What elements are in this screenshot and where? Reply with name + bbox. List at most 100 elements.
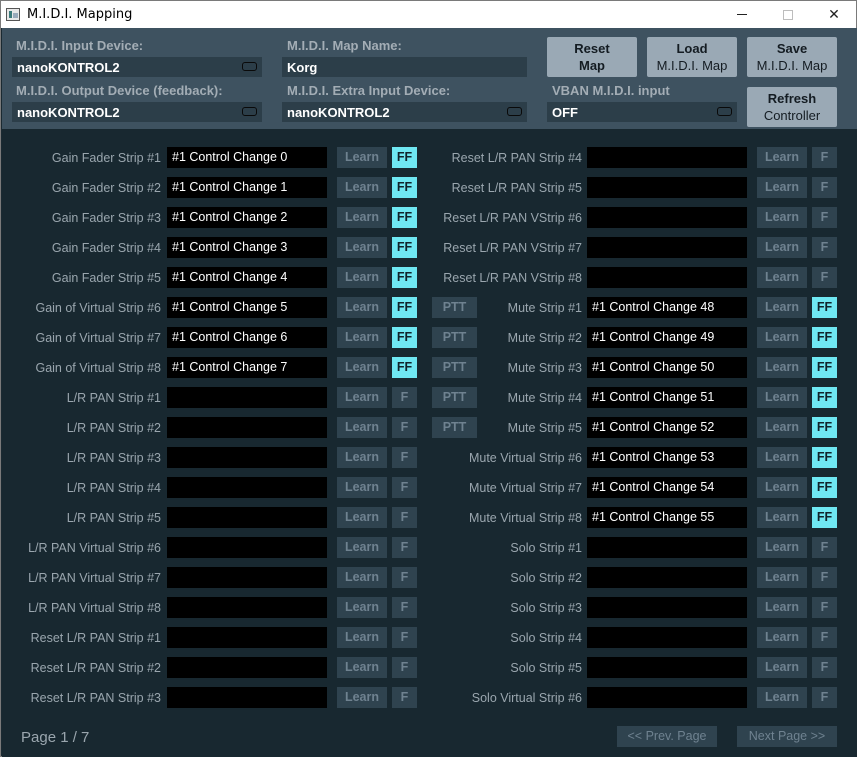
feedback-button[interactable]: F xyxy=(392,687,417,708)
learn-button[interactable]: Learn xyxy=(337,687,387,708)
learn-button[interactable]: Learn xyxy=(757,627,807,648)
learn-button[interactable]: Learn xyxy=(337,417,387,438)
map-name-field[interactable]: Korg xyxy=(282,57,527,77)
feedback-button[interactable]: FF xyxy=(812,327,837,348)
feedback-button[interactable]: F xyxy=(812,597,837,618)
mapping-field[interactable] xyxy=(167,657,327,678)
learn-button[interactable]: Learn xyxy=(337,207,387,228)
mapping-field[interactable]: #1 Control Change 7 xyxy=(167,357,327,378)
save-midi-map-button[interactable]: Save M.I.D.I. Map xyxy=(747,37,837,77)
reset-map-button[interactable]: Reset Map xyxy=(547,37,637,77)
prev-page-button[interactable]: << Prev. Page xyxy=(617,726,717,747)
mapping-field[interactable] xyxy=(167,387,327,408)
feedback-button[interactable]: F xyxy=(812,267,837,288)
feedback-button[interactable]: FF xyxy=(392,267,417,288)
learn-button[interactable]: Learn xyxy=(757,687,807,708)
feedback-button[interactable]: F xyxy=(812,537,837,558)
feedback-button[interactable]: F xyxy=(812,687,837,708)
learn-button[interactable]: Learn xyxy=(757,297,807,318)
vban-input-select[interactable]: OFF xyxy=(547,102,737,122)
mapping-field[interactable] xyxy=(587,147,747,168)
learn-button[interactable]: Learn xyxy=(337,297,387,318)
mapping-field[interactable] xyxy=(587,267,747,288)
mapping-field[interactable]: #1 Control Change 6 xyxy=(167,327,327,348)
learn-button[interactable]: Learn xyxy=(757,357,807,378)
refresh-controller-button[interactable]: Refresh Controller xyxy=(747,87,837,127)
feedback-button[interactable]: FF xyxy=(392,177,417,198)
learn-button[interactable]: Learn xyxy=(337,537,387,558)
feedback-button[interactable]: FF xyxy=(812,357,837,378)
close-button[interactable]: ✕ xyxy=(811,1,857,28)
feedback-button[interactable]: FF xyxy=(812,417,837,438)
feedback-button[interactable]: F xyxy=(812,207,837,228)
feedback-button[interactable]: F xyxy=(392,507,417,528)
learn-button[interactable]: Learn xyxy=(337,237,387,258)
learn-button[interactable]: Learn xyxy=(337,657,387,678)
mapping-field[interactable]: #1 Control Change 54 xyxy=(587,477,747,498)
feedback-button[interactable]: FF xyxy=(392,297,417,318)
next-page-button[interactable]: Next Page >> xyxy=(737,726,837,747)
learn-button[interactable]: Learn xyxy=(757,477,807,498)
learn-button[interactable]: Learn xyxy=(337,177,387,198)
feedback-button[interactable]: F xyxy=(392,477,417,498)
mapping-field[interactable] xyxy=(167,687,327,708)
mapping-field[interactable] xyxy=(167,507,327,528)
feedback-button[interactable]: FF xyxy=(812,387,837,408)
mapping-field[interactable] xyxy=(167,627,327,648)
learn-button[interactable]: Learn xyxy=(757,657,807,678)
learn-button[interactable]: Learn xyxy=(757,537,807,558)
output-device-select[interactable]: nanoKONTROL2 xyxy=(12,102,262,122)
mapping-field[interactable]: #1 Control Change 50 xyxy=(587,357,747,378)
learn-button[interactable]: Learn xyxy=(337,267,387,288)
feedback-button[interactable]: FF xyxy=(392,357,417,378)
mapping-field[interactable]: #1 Control Change 49 xyxy=(587,327,747,348)
feedback-button[interactable]: FF xyxy=(392,147,417,168)
learn-button[interactable]: Learn xyxy=(337,627,387,648)
mapping-field[interactable]: #1 Control Change 52 xyxy=(587,417,747,438)
load-midi-map-button[interactable]: Load M.I.D.I. Map xyxy=(647,37,737,77)
mapping-field[interactable] xyxy=(587,567,747,588)
feedback-button[interactable]: F xyxy=(812,627,837,648)
mapping-field[interactable] xyxy=(167,417,327,438)
feedback-button[interactable]: F xyxy=(392,447,417,468)
mapping-field[interactable]: #1 Control Change 0 xyxy=(167,147,327,168)
mapping-field[interactable]: #1 Control Change 5 xyxy=(167,297,327,318)
mapping-field[interactable] xyxy=(167,567,327,588)
mapping-field[interactable]: #1 Control Change 1 xyxy=(167,177,327,198)
feedback-button[interactable]: F xyxy=(812,177,837,198)
learn-button[interactable]: Learn xyxy=(757,147,807,168)
feedback-button[interactable]: F xyxy=(392,537,417,558)
learn-button[interactable]: Learn xyxy=(337,357,387,378)
learn-button[interactable]: Learn xyxy=(757,447,807,468)
input-device-select[interactable]: nanoKONTROL2 xyxy=(12,57,262,77)
feedback-button[interactable]: F xyxy=(392,387,417,408)
learn-button[interactable]: Learn xyxy=(337,327,387,348)
minimize-button[interactable] xyxy=(719,1,765,28)
mapping-field[interactable]: #1 Control Change 3 xyxy=(167,237,327,258)
mapping-field[interactable] xyxy=(587,687,747,708)
feedback-button[interactable]: FF xyxy=(392,207,417,228)
learn-button[interactable]: Learn xyxy=(337,447,387,468)
learn-button[interactable]: Learn xyxy=(757,327,807,348)
feedback-button[interactable]: FF xyxy=(812,297,837,318)
mapping-field[interactable]: #1 Control Change 2 xyxy=(167,207,327,228)
feedback-button[interactable]: FF xyxy=(812,507,837,528)
mapping-field[interactable] xyxy=(167,447,327,468)
mapping-field[interactable] xyxy=(167,537,327,558)
learn-button[interactable]: Learn xyxy=(337,147,387,168)
learn-button[interactable]: Learn xyxy=(337,597,387,618)
mapping-field[interactable]: #1 Control Change 53 xyxy=(587,447,747,468)
learn-button[interactable]: Learn xyxy=(757,507,807,528)
learn-button[interactable]: Learn xyxy=(337,507,387,528)
feedback-button[interactable]: F xyxy=(812,237,837,258)
mapping-field[interactable] xyxy=(587,537,747,558)
learn-button[interactable]: Learn xyxy=(337,567,387,588)
mapping-field[interactable]: #1 Control Change 48 xyxy=(587,297,747,318)
mapping-field[interactable] xyxy=(587,597,747,618)
feedback-button[interactable]: F xyxy=(392,597,417,618)
mapping-field[interactable] xyxy=(587,177,747,198)
mapping-field[interactable] xyxy=(587,237,747,258)
feedback-button[interactable]: F xyxy=(812,657,837,678)
learn-button[interactable]: Learn xyxy=(337,477,387,498)
feedback-button[interactable]: FF xyxy=(812,447,837,468)
